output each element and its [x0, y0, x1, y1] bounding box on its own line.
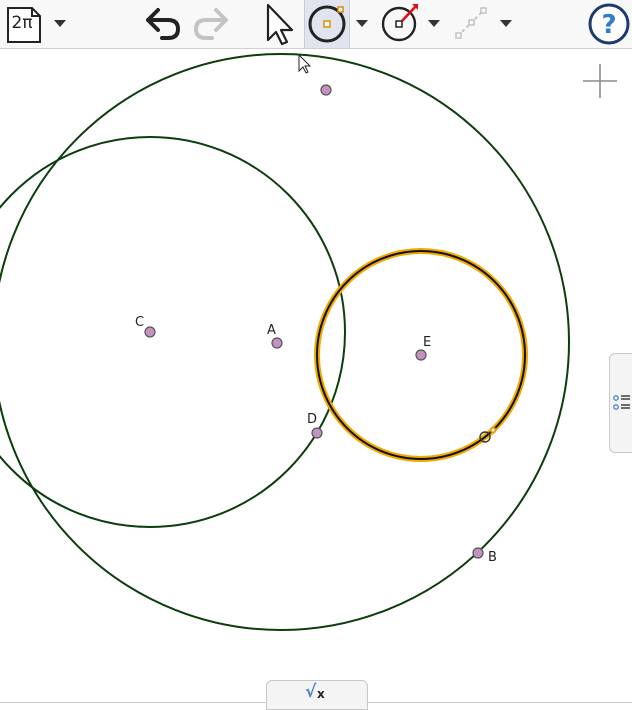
mouse-pointer-icon — [298, 53, 312, 74]
circle-radius-menu-button[interactable] — [424, 0, 446, 48]
point-b[interactable]: B — [472, 547, 497, 565]
crosshair-plus-icon[interactable] — [583, 64, 617, 98]
chevron-down-icon — [356, 20, 368, 27]
point-a-label: A — [267, 323, 276, 338]
undo-icon — [146, 8, 180, 40]
unlabeled-point[interactable] — [320, 84, 332, 96]
move-tool-button[interactable] — [258, 0, 302, 48]
line-through-points-icon — [455, 7, 487, 39]
circle-with-radius-icon — [381, 4, 418, 42]
arrow-pointer-icon — [266, 3, 294, 46]
point-d-label: D — [307, 412, 317, 427]
help-button[interactable]: ? — [586, 0, 632, 48]
sqrt-x-variable: x — [317, 687, 325, 701]
input-bar-toggle[interactable]: √ x — [266, 680, 368, 710]
chevron-down-icon — [428, 20, 440, 27]
page-label: 2π — [11, 13, 33, 33]
point-c[interactable]: C — [135, 315, 156, 338]
undo-button[interactable] — [140, 0, 186, 48]
sqrt-x-icon: √ — [305, 682, 317, 702]
redo-icon — [194, 8, 228, 40]
point-a[interactable]: A — [267, 323, 283, 349]
line-tool-button[interactable] — [452, 0, 492, 48]
svg-text:?: ? — [601, 10, 616, 40]
circle-center-point-tool-button[interactable] — [304, 0, 350, 48]
line-tool-menu-button[interactable] — [496, 0, 518, 48]
circle-through-point-icon — [308, 5, 346, 43]
circle-tool-menu-button[interactable] — [352, 0, 374, 48]
point-b-label: B — [488, 550, 497, 565]
point-c-label: C — [135, 315, 144, 330]
circle-large[interactable] — [0, 53, 570, 631]
toolbar: 2π ? — [0, 0, 632, 49]
chevron-down-icon — [500, 20, 512, 27]
point-d[interactable]: D — [307, 412, 323, 439]
redo-button[interactable] — [188, 0, 234, 48]
algebra-list-icon — [613, 395, 630, 410]
point-e[interactable]: E — [415, 335, 431, 361]
page-menu-button[interactable]: 2π — [0, 0, 78, 48]
circle-radius-tool-button[interactable] — [378, 0, 422, 48]
chevron-down-icon — [54, 20, 66, 27]
point-e-label: E — [423, 335, 431, 350]
graphics-view[interactable]: C A E D B — [0, 49, 632, 704]
help-icon: ? — [588, 3, 630, 45]
circle-c[interactable] — [0, 136, 346, 528]
algebra-view-toggle[interactable] — [609, 353, 632, 453]
